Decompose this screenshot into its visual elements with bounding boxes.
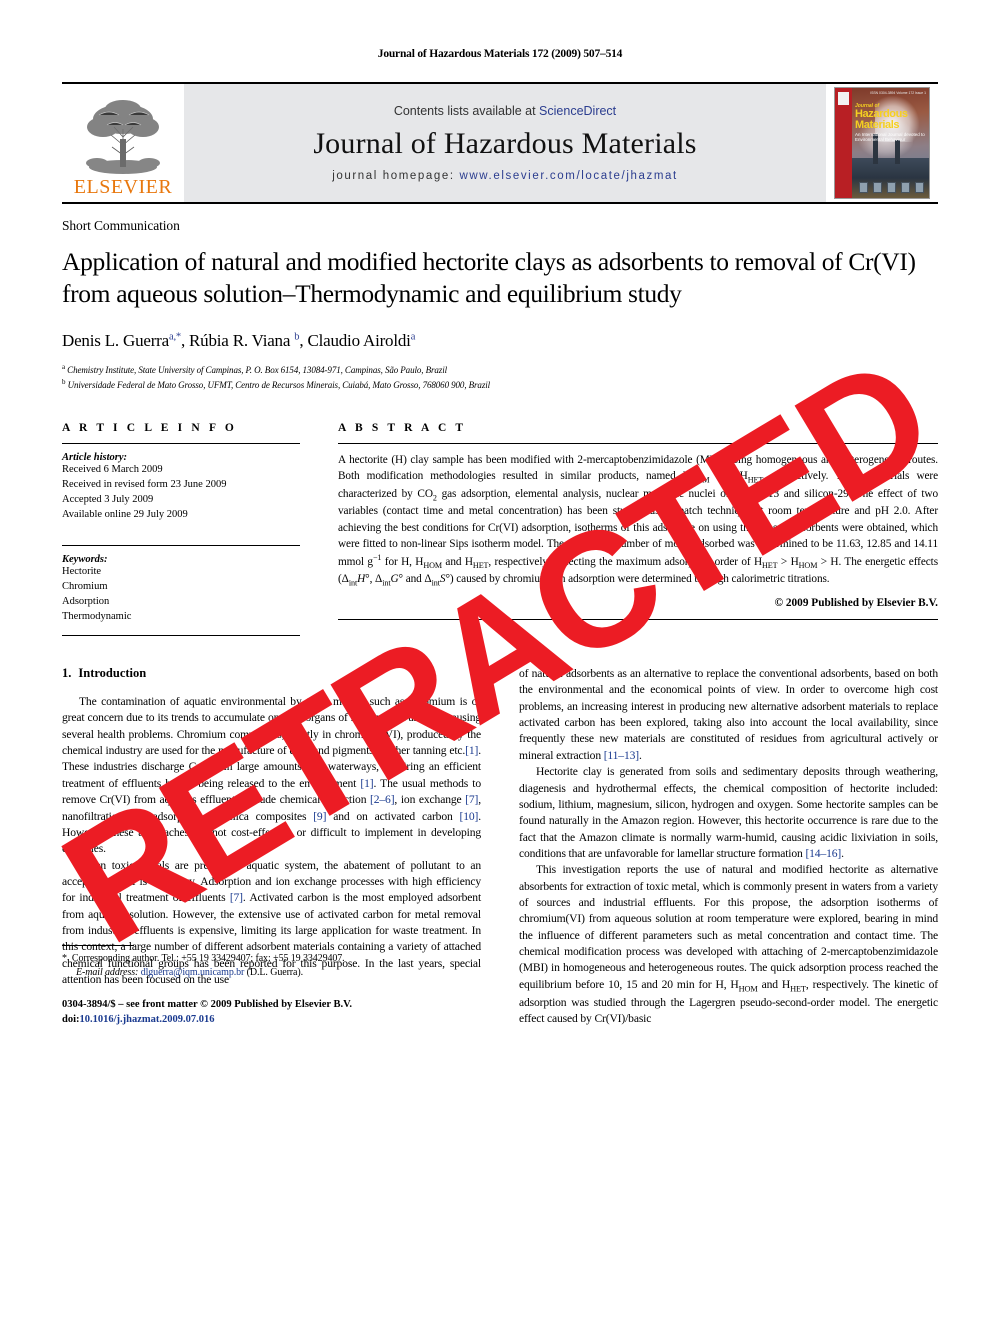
divider (62, 442, 300, 444)
contents-prefix: Contents lists available at (393, 104, 540, 118)
cover-spine (835, 88, 852, 198)
affiliation-item: b Universidade Federal de Mato Grosso, U… (62, 377, 938, 392)
cover-storage-tank (915, 182, 924, 193)
page-title: Application of natural and modified hect… (62, 247, 916, 309)
body-column-left: 1. Introduction The contamination of aqua… (62, 666, 481, 1027)
divider (338, 442, 938, 444)
abstract-heading: A B S T R A C T (338, 421, 467, 434)
author-name: Rúbia R. Viana (189, 330, 291, 350)
affiliation-list: a Chemistry Institute, State University … (62, 362, 938, 392)
abstract-copyright: © 2009 Published by Elsevier B.V. (774, 596, 938, 609)
doi-label: doi: (62, 1014, 80, 1026)
cover-storage-tank (873, 182, 882, 193)
cover-storage-tank (901, 182, 910, 193)
keywords-label: Keywords: (62, 554, 108, 566)
cover-title-line3: Materials (855, 119, 900, 131)
affiliation-mark: b (62, 377, 66, 386)
doi-line: doi:10.1016/j.jhazmat.2009.07.016 (62, 1012, 481, 1027)
cover-smokestack (895, 140, 900, 164)
article-info-heading: A R T I C L E I N F O (62, 421, 237, 434)
abstract-column: A B S T R A C T A hectorite (H) clay sam… (338, 422, 938, 636)
article-info-column: A R T I C L E I N F O Article history: R… (62, 421, 300, 637)
affiliation-text: Chemistry Institute, State University of… (67, 364, 447, 375)
keyword-item: Hectorite (62, 566, 102, 578)
affiliation-text: Universidade Federal de Mato Grosso, UFM… (67, 379, 491, 390)
author-name: Denis L. Guerra (62, 330, 169, 350)
divider (62, 545, 300, 547)
cover-publisher-mark (838, 92, 849, 105)
corresponding-author-text: Corresponding author. Tel.: +55 19 33429… (71, 952, 345, 964)
keyword-item: Chromium (62, 581, 108, 593)
elsevier-logo: ELSEVIER (62, 84, 184, 202)
affiliation-item: a Chemistry Institute, State University … (62, 362, 938, 377)
keyword-item: Thermodynamic (62, 611, 132, 623)
history-online: Available online 29 July 2009 (62, 508, 188, 520)
paragraph: of natural adsorbents as an alternative … (519, 667, 938, 762)
sciencedirect-link[interactable]: ScienceDirect (539, 104, 616, 118)
footnote-star: * (62, 952, 67, 964)
email-link[interactable]: dlguerra@iqm.unicamp.br (141, 967, 245, 978)
paper-page: Journal of Hazardous Materials 172 (2009… (0, 0, 992, 1323)
divider (62, 635, 300, 637)
issn-line: 0304-3894/$ – see front matter © 2009 Pu… (62, 997, 481, 1027)
journal-title: Journal of Hazardous Materials (313, 127, 697, 160)
history-received: Received 6 March 2009 (62, 463, 163, 475)
author-name: Claudio Airoldi (307, 330, 411, 350)
corresponding-author-note: * Corresponding author. Tel.: +55 19 3342… (62, 952, 481, 966)
cover-corner-text: ISSN 0304-3894 Volume 172 Issue 1 (870, 91, 926, 95)
section-heading-introduction: 1. Introduction (62, 666, 481, 681)
abstract-text: A hectorite (H) clay sample has been mod… (338, 453, 938, 588)
cover-storage-tank (887, 182, 896, 193)
front-matter-text: 0304-3894/$ – see front matter © 2009 Pu… (62, 998, 352, 1010)
homepage-url-link[interactable]: www.elsevier.com/locate/jhazmat (459, 170, 677, 182)
journal-homepage-line: journal homepage: www.elsevier.com/locat… (332, 170, 678, 182)
divider (338, 618, 938, 620)
paragraph: The contamination of aquatic environment… (62, 695, 482, 856)
elsevier-tree-icon (77, 95, 169, 177)
running-head: Journal of Hazardous Materials 172 (2009… (377, 48, 623, 60)
journal-cover-container: ISSN 0304-3894 Volume 172 Issue 1 Journa… (826, 84, 938, 202)
journal-masthead: ELSEVIER Contents lists available at Sci… (62, 82, 938, 204)
journal-cover-thumbnail: ISSN 0304-3894 Volume 172 Issue 1 Journa… (834, 87, 930, 199)
history-accepted: Accepted 3 July 2009 (62, 493, 154, 505)
cover-subtitle: An International Journal devoted to Envi… (855, 132, 925, 142)
info-abstract-row: A R T I C L E I N F O Article history: R… (62, 421, 938, 637)
affiliation-mark: a (62, 362, 66, 371)
paragraph: Hectorite clay is generated from soils a… (519, 765, 938, 860)
author-affil-mark: b (294, 331, 300, 343)
section-number: 1. (62, 666, 72, 681)
email-owner: (D.L. Guerra). (246, 966, 304, 978)
history-revised: Received in revised form 23 June 2009 (62, 478, 227, 490)
cover-storage-tank (859, 182, 868, 193)
contents-available-line: Contents lists available at ScienceDirec… (394, 104, 616, 118)
footnote-block: * Corresponding author. Tel.: +55 19 3342… (62, 944, 481, 1027)
author-affil-mark: a (410, 331, 416, 343)
article-history-label: Article history: (62, 451, 128, 463)
email-note: E-mail address: dlguerra@iqm.unicamp.br … (62, 966, 481, 980)
paragraph: This investigation reports the use of na… (519, 863, 938, 1026)
article-type: Short Communication (62, 218, 180, 233)
section-title-text: Introduction (78, 666, 147, 681)
doi-link[interactable]: 10.1016/j.jhazmat.2009.07.016 (80, 1014, 215, 1025)
keyword-item: Adsorption (62, 596, 110, 608)
email-label: E-mail address: (76, 966, 139, 978)
footnote-divider (62, 944, 134, 946)
author-affil-mark: a,* (169, 331, 181, 343)
body-columns: 1. Introduction The contamination of aqua… (62, 666, 938, 1027)
elsevier-wordmark: ELSEVIER (73, 176, 173, 198)
homepage-label: journal homepage: (332, 170, 460, 182)
body-column-right: of natural adsorbents as an alternative … (519, 666, 938, 1027)
cover-title-block: Journal of Hazardous Materials An Intern… (855, 104, 925, 142)
author-list: Denis L. Guerraa,*, Rúbia R. Viana b, Cl… (62, 330, 416, 350)
masthead-center: Contents lists available at ScienceDirec… (184, 84, 826, 202)
